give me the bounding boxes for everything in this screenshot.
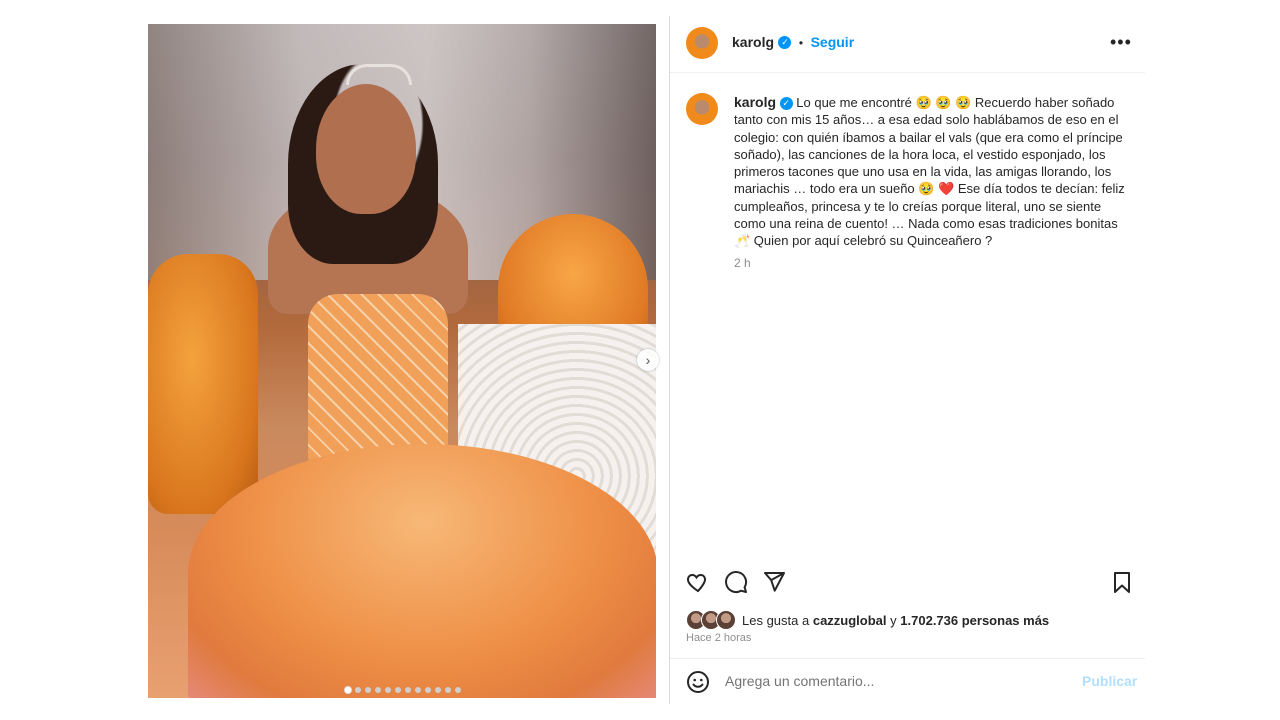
author-avatar[interactable] <box>686 27 718 59</box>
slide-dot <box>435 687 441 693</box>
liker-avatars[interactable] <box>686 610 736 630</box>
likes-count[interactable]: 1.702.736 personas más <box>900 613 1049 628</box>
slide-dot <box>345 687 351 693</box>
slide-dot <box>365 687 371 693</box>
follow-button[interactable]: Seguir <box>811 34 855 50</box>
slide-dot <box>425 687 431 693</box>
comment-bar: Agrega un comentario... Publicar <box>670 658 1145 705</box>
post-actions <box>686 570 1136 600</box>
slide-dot <box>455 687 461 693</box>
slide-dot <box>395 687 401 693</box>
caption-text: Lo que me encontré 🥹 🥹 🥹 Recuerdo haber … <box>734 95 1125 249</box>
send-icon[interactable] <box>762 570 788 596</box>
post-header: karolg ✓ • Seguir ••• <box>670 16 1145 73</box>
post-panel: karolg ✓ • Seguir ••• karolg ✓ Lo que me… <box>669 16 1145 704</box>
caption-avatar[interactable] <box>686 93 718 125</box>
slide-dot <box>445 687 451 693</box>
author-username[interactable]: karolg <box>732 34 774 50</box>
post-media: › <box>137 16 669 704</box>
verified-badge-icon: ✓ <box>778 36 792 50</box>
instagram-post: › karolg ✓ • Seguir ••• karolg ✓ Lo que … <box>137 16 1145 704</box>
emoji-icon[interactable] <box>686 670 710 694</box>
slide-dot <box>385 687 391 693</box>
caption-time: 2 h <box>734 256 751 270</box>
likes-connector: y <box>890 612 897 628</box>
comment-icon[interactable] <box>724 570 750 596</box>
next-slide-button[interactable]: › <box>637 349 659 371</box>
verified-badge-icon: ✓ <box>779 97 793 111</box>
more-options-icon[interactable]: ••• <box>1110 32 1132 53</box>
slide-dot <box>355 687 361 693</box>
bookmark-icon[interactable] <box>1110 570 1136 596</box>
heart-icon[interactable] <box>686 570 712 596</box>
comment-input[interactable]: Agrega un comentario... <box>725 673 874 689</box>
publish-button[interactable]: Publicar <box>1082 673 1137 689</box>
likes-prefix: Les gusta a <box>742 612 810 628</box>
post-photo <box>148 24 656 698</box>
avatar <box>716 610 736 630</box>
post-caption: karolg ✓ Lo que me encontré 🥹 🥹 🥹 Recuer… <box>734 94 1134 250</box>
chevron-right-icon: › <box>645 352 651 368</box>
liker-username[interactable]: cazzuglobal <box>813 613 887 628</box>
slide-dot <box>375 687 381 693</box>
slide-indicator <box>345 687 461 693</box>
caption-username[interactable]: karolg <box>734 94 776 110</box>
post-timestamp[interactable]: Hace 2 horas <box>686 632 751 644</box>
likes-summary: Les gusta a cazzuglobal y 1.702.736 pers… <box>686 610 1049 630</box>
slide-dot <box>405 687 411 693</box>
slide-dot <box>415 687 421 693</box>
